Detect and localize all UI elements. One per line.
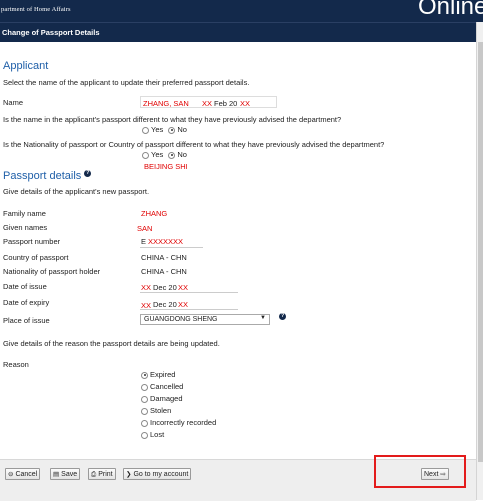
expiry-underline [140,309,238,310]
q2-annotation: BEIJING SHI [144,162,188,171]
passport-instruction: Give details of the applicant's new pass… [3,187,150,196]
name-value-mask: XX [202,99,213,108]
save-disk-icon: ▤ [53,471,60,478]
q2-options: Yes No [142,150,187,159]
reason-option-lost[interactable]: Lost [141,430,164,439]
issue-month-year: Dec 20 [153,283,177,292]
given-names-label: Given names [3,223,48,232]
top-banner: partment of Home Affairs Online [0,0,483,22]
print-icon: ⎙ [91,471,97,478]
next-highlight-box [374,455,466,488]
scrollbar-thumb[interactable] [478,42,483,462]
reason-incorrect-radio[interactable] [141,419,148,427]
help-info-icon[interactable]: ? [84,170,92,178]
issue-underline [140,292,238,293]
q2-yes-label: Yes [151,150,164,159]
applicant-heading: Applicant [3,60,49,72]
form-title-bar: Change of Passport Details [0,22,476,42]
reason-option-stolen[interactable]: Stolen [141,406,171,415]
go-to-account-label: Go to my account [133,471,189,478]
country-value: CHINA - CHN [141,253,187,262]
department-logo-text: partment of Home Affairs [1,6,71,13]
name-dob-text: Feb 20 [214,99,238,108]
q2-no-radio[interactable] [168,151,176,159]
expiry-month-year: Dec 20 [153,300,177,309]
given-names-value: SAN [137,224,153,233]
family-name-value: ZHANG [141,209,168,218]
q1-yes-radio[interactable] [142,126,149,134]
online-title: Online [418,0,483,20]
nationality-value: CHINA - CHN [141,267,187,276]
reason-expired-radio[interactable] [141,371,148,379]
reason-stolen-radio[interactable] [141,407,148,415]
reason-option-cancelled[interactable]: Cancelled [141,382,183,391]
passport-details-heading: Passport details? [3,170,92,182]
vertical-scrollbar[interactable] [476,22,483,500]
reason-damaged-radio[interactable] [141,395,148,403]
reason-stolen-label: Stolen [150,406,172,415]
reason-instruction: Give details of the reason the passport … [3,339,220,348]
q1-yes-label: Yes [151,125,164,134]
date-of-expiry-label: Date of expiry [3,298,50,307]
family-name-label: Family name [3,209,46,218]
reason-incorrect-label: Incorrectly recorded [150,418,217,427]
nationality-label: Nationality of passport holder [3,267,101,276]
applicant-instruction: Select the name of the applicant to upda… [3,78,250,87]
place-of-issue-label: Place of issue [3,316,50,325]
question-name-different: Is the name in the applicant's passport … [3,115,342,124]
q2-no-label: No [177,150,187,159]
place-help-icon[interactable]: ? [279,313,286,320]
name-label: Name [3,98,24,107]
passport-details-heading-text: Passport details [3,170,82,182]
save-button[interactable]: ▤ Save [50,468,81,480]
name-dob-mask: XX [240,99,251,108]
place-of-issue-value: GUANGDONG SHENG [144,316,218,323]
issue-year-mask: XX [178,283,189,292]
reason-label: Reason [3,360,29,369]
go-to-account-button[interactable]: ❯ Go to my account [123,468,192,480]
q1-no-label: No [177,125,187,134]
passport-number-prefix: E [141,237,147,246]
name-value: ZHANG, SAN [143,99,189,108]
q1-no-radio[interactable] [168,126,176,134]
print-button[interactable]: ⎙ Print [88,468,116,480]
expiry-year-mask: XX [178,300,189,309]
reason-expired-label: Expired [150,370,176,379]
cancel-icon: ⊖ [8,471,14,478]
place-of-issue-select[interactable]: GUANGDONG SHENG ▼ [140,314,270,325]
chevron-right-icon: ❯ [126,471,132,478]
passport-number-value: XXXXXXX [148,237,184,246]
reason-lost-label: Lost [150,430,165,439]
reason-option-expired[interactable]: Expired [141,370,175,379]
q2-yes-radio[interactable] [142,151,149,159]
q1-options: Yes No [142,125,187,134]
passport-number-label: Passport number [3,237,61,246]
reason-option-incorrectly-recorded[interactable]: Incorrectly recorded [141,418,216,427]
reason-option-damaged[interactable]: Damaged [141,394,183,403]
print-label: Print [98,471,113,478]
save-label: Save [61,471,78,478]
dropdown-arrow-icon: ▼ [260,315,266,321]
reason-damaged-label: Damaged [150,394,183,403]
question-nationality-different: Is the Nationality of passport or Countr… [3,140,385,149]
passport-number-underline [140,247,203,248]
country-label: Country of passport [3,253,69,262]
issue-day-mask: XX [141,283,152,292]
cancel-button[interactable]: ⊖ Cancel [5,468,41,480]
reason-cancelled-label: Cancelled [150,382,184,391]
reason-lost-radio[interactable] [141,431,148,439]
date-of-issue-label: Date of issue [3,282,47,291]
cancel-label: Cancel [15,471,38,478]
form-title: Change of Passport Details [2,28,100,37]
reason-cancelled-radio[interactable] [141,383,148,391]
